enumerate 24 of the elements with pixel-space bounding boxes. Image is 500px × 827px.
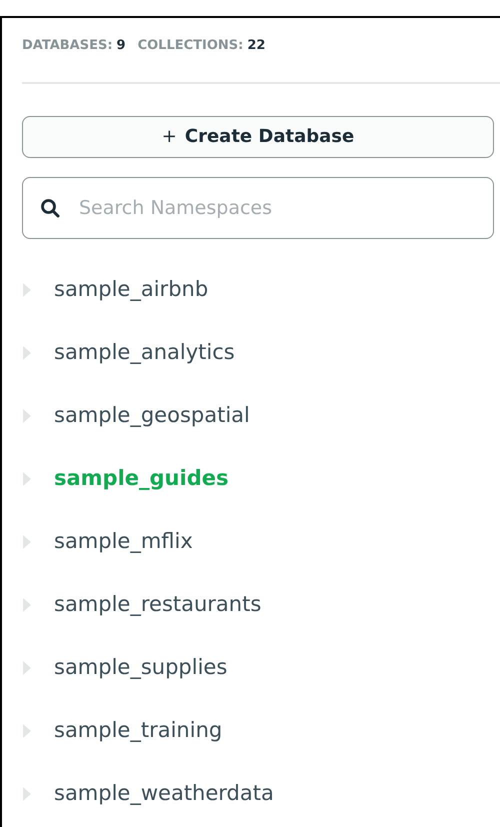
caret-icon xyxy=(22,723,32,739)
caret-icon xyxy=(22,345,32,361)
stat-label: DATABASES: xyxy=(22,37,113,55)
caret-icon xyxy=(22,282,32,298)
stat-value: 9 xyxy=(116,37,126,55)
database-item[interactable]: sample_supplies xyxy=(22,636,500,700)
database-item[interactable]: sample_airbnb xyxy=(22,258,500,322)
stat-value: 22 xyxy=(247,37,266,55)
caret-icon xyxy=(22,597,32,613)
caret-icon xyxy=(22,471,32,487)
database-item[interactable]: sample_geospatial xyxy=(22,384,500,448)
create-database-button[interactable]: + Create Database xyxy=(22,116,494,158)
caret-icon xyxy=(22,660,32,676)
database-item[interactable]: sample_analytics xyxy=(22,322,500,384)
database-item[interactable]: sample_mflix xyxy=(22,510,500,574)
database-item[interactable]: sample_weatherdata xyxy=(22,762,500,826)
caret-icon xyxy=(22,408,32,424)
search-icon xyxy=(40,198,60,218)
database-item[interactable]: sample_training xyxy=(22,700,500,762)
database-item[interactable]: sample_restaurants xyxy=(22,574,500,636)
caret-icon xyxy=(22,534,32,550)
stat-label: COLLECTIONS: xyxy=(138,37,244,55)
caret-icon xyxy=(22,786,32,802)
search-field[interactable]: Search Namespaces xyxy=(22,176,494,238)
